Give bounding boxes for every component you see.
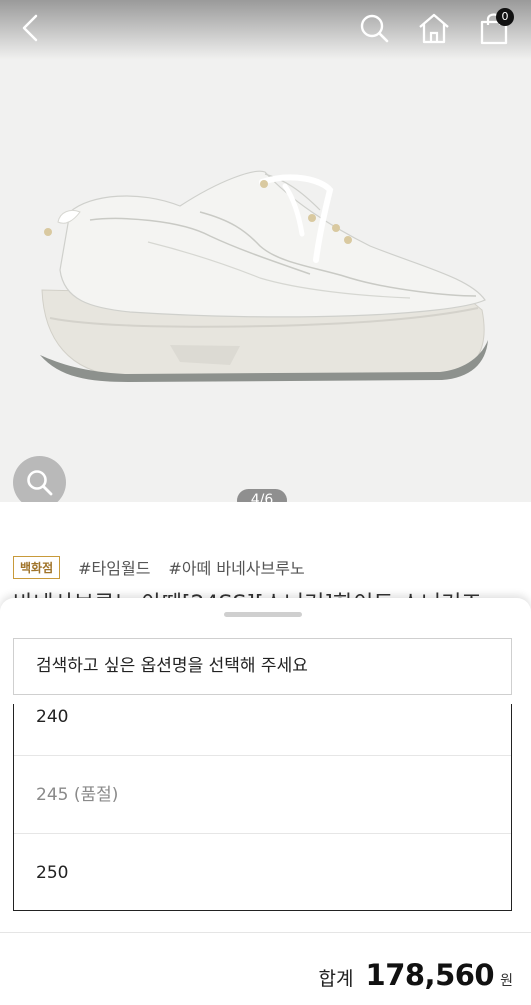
cart-count-badge: 0 bbox=[496, 8, 514, 26]
search-button[interactable] bbox=[354, 8, 394, 48]
search-icon bbox=[360, 14, 389, 43]
search-icon bbox=[27, 470, 53, 496]
product-image-gallery[interactable]: 0 4/6 bbox=[0, 0, 531, 502]
product-photo-sneaker bbox=[40, 170, 488, 382]
top-navigation-bar: 0 bbox=[0, 0, 531, 56]
option-item-245-soldout[interactable]: 245 (품절) bbox=[14, 756, 511, 834]
chevron-left-icon bbox=[22, 14, 38, 42]
store-type-badge: 백화점 bbox=[13, 555, 61, 579]
back-button[interactable] bbox=[10, 8, 50, 48]
zoom-image-button[interactable] bbox=[13, 456, 66, 502]
product-tags: 백화점 #타임월드 #아떼 바네사브루노 bbox=[13, 555, 305, 579]
total-price: 합계 178,560 원 bbox=[319, 958, 513, 992]
home-icon bbox=[419, 13, 449, 44]
option-bottom-sheet: 검색하고 싶은 옵션명을 선택해 주세요 240 245 (품절) 250 합계… bbox=[0, 598, 531, 1005]
total-amount: 178,560 bbox=[365, 958, 495, 992]
total-label: 합계 bbox=[318, 968, 354, 990]
currency-unit: 원 bbox=[500, 973, 513, 989]
brand-tag-store[interactable]: #타임월드 bbox=[78, 555, 150, 579]
option-select-field[interactable]: 검색하고 싶은 옵션명을 선택해 주세요 bbox=[13, 638, 512, 695]
gallery-page-indicator: 4/6 bbox=[237, 489, 287, 502]
option-item-250[interactable]: 250 bbox=[14, 834, 511, 910]
summary-divider bbox=[0, 932, 531, 933]
sheet-drag-handle[interactable] bbox=[224, 612, 302, 617]
home-button[interactable] bbox=[414, 8, 454, 48]
option-dropdown-list[interactable]: 240 245 (품절) 250 bbox=[13, 704, 512, 911]
brand-tag-brand[interactable]: #아떼 바네사브루노 bbox=[168, 555, 304, 579]
option-item-240[interactable]: 240 bbox=[14, 704, 511, 756]
